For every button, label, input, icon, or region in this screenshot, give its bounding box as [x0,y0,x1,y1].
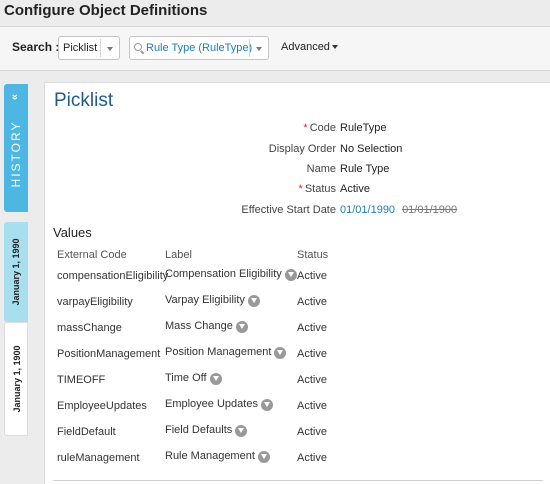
translation-info-icon[interactable] [284,269,297,282]
status-cell: Active [297,348,327,360]
label-cell: Compensation Eligibility [165,268,297,282]
translation-info-icon[interactable] [235,321,248,334]
table-row: EmployeeUpdates Employee Updates Active [45,398,550,422]
search-icon [134,43,142,51]
code-label: * Code [303,122,336,134]
status-label: * Status [298,183,336,195]
dropdown-separator [100,39,101,57]
table-row: massChange Mass Change Active [45,320,550,344]
column-header-external-code: External Code [57,249,127,261]
search-label: Search : [12,40,60,54]
search-bar: Search : Picklist Rule Type (RuleType) A… [0,26,550,71]
external-code-cell: compensationEligibility [57,270,169,282]
status-cell: Active [297,270,327,282]
translation-info-icon[interactable] [209,373,222,386]
status-value: Active [340,183,370,195]
label-cell: Position Management [165,346,287,360]
status-cell: Active [297,322,327,334]
previous-effective-date: 01/01/1900 [402,204,458,216]
status-cell: Active [297,296,327,308]
detail-title: Picklist [54,90,114,111]
name-value: Rule Type [340,163,390,175]
translation-info-icon[interactable] [274,347,287,360]
label-cell: Varpay Eligibility [165,294,260,308]
required-marker: * [303,122,308,134]
object-search-value: Rule Type (RuleType) [146,42,253,54]
label-cell: Rule Management [165,450,270,464]
object-type-dropdown[interactable]: Picklist [58,36,120,60]
display-order-value: No Selection [340,143,403,155]
chevron-down-icon [256,47,262,51]
object-search-dropdown[interactable]: Rule Type (RuleType) [129,36,269,60]
object-type-value: Picklist [63,42,98,54]
table-row: ruleManagement Rule Management Active [45,450,550,474]
label-cell: Mass Change [165,320,248,334]
label-cell: Time Off [165,372,222,386]
required-marker: * [298,183,303,195]
history-date-label: January 1, 1990 [11,238,21,306]
history-date-tab-1900[interactable]: January 1, 1900 [4,322,28,436]
status-cell: Active [297,426,327,438]
display-order-label: Display Order [268,143,336,155]
history-date-label: January 1, 1900 [12,345,22,413]
external-code-cell: massChange [57,322,122,334]
status-cell: Active [297,452,327,464]
code-value: RuleType [340,122,387,134]
label-cell: Field Defaults [165,424,248,438]
table-row: varpayEligibility Varpay Eligibility Act… [45,294,550,318]
page-title: Configure Object Definitions [4,2,208,19]
name-label: Name [306,163,336,175]
effective-start-date-value: 01/01/1990 01/01/1900 [340,204,457,216]
translation-info-icon[interactable] [235,425,248,438]
chevron-down-icon [107,47,113,51]
values-section-title: Values [53,225,92,240]
translation-info-icon[interactable] [260,399,273,412]
section-divider [53,480,543,481]
history-label: HISTORY [9,120,23,188]
table-row: compensationEligibility Compensation Eli… [45,268,550,292]
caret-down-icon [331,45,338,50]
effective-start-date-label: Effective Start Date [241,204,336,216]
column-header-label: Label [165,249,192,261]
detail-panel: Picklist * Code RuleType Display Order No… [44,82,550,484]
external-code-cell: PositionManagement [57,348,161,360]
label-cell: Employee Updates [165,398,273,412]
table-row: FieldDefault Field Defaults Active [45,424,550,448]
history-date-tab-1990[interactable]: January 1, 1990 [4,222,28,322]
dropdown-separator [249,39,250,57]
column-header-status: Status [297,249,329,261]
table-row: TIMEOFF Time Off Active [45,372,550,396]
collapse-chevron-icon[interactable]: « [9,94,21,100]
advanced-search-button[interactable]: Advanced [281,41,338,53]
external-code-cell: varpayEligibility [57,296,133,308]
external-code-cell: ruleManagement [57,452,140,464]
translation-info-icon[interactable] [257,451,270,464]
external-code-cell: TIMEOFF [57,374,106,386]
history-tab[interactable]: « HISTORY [4,84,28,212]
translation-info-icon[interactable] [247,295,260,308]
external-code-cell: EmployeeUpdates [57,400,147,412]
table-row: PositionManagement Position Management A… [45,346,550,370]
status-cell: Active [297,374,327,386]
advanced-label: Advanced [281,41,330,53]
status-cell: Active [297,400,327,412]
external-code-cell: FieldDefault [57,426,116,438]
effective-date-link[interactable]: 01/01/1990 [340,204,395,216]
